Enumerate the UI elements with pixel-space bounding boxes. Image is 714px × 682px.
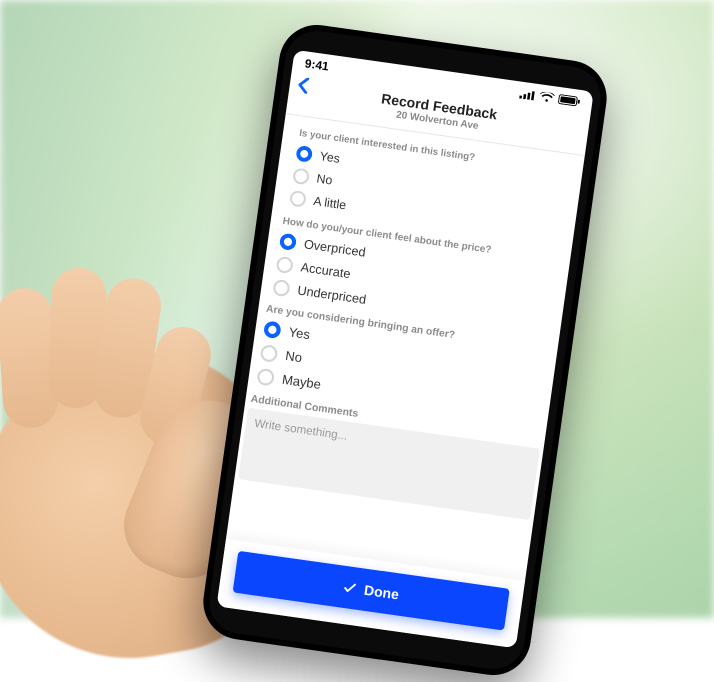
check-icon bbox=[343, 580, 358, 595]
signal-icon bbox=[519, 89, 536, 101]
form-content: Is your client interested in this listin… bbox=[235, 114, 585, 516]
option-label: Overpriced bbox=[303, 237, 366, 260]
option-label: No bbox=[316, 172, 334, 188]
radio-icon bbox=[256, 368, 275, 387]
option-label: Yes bbox=[319, 149, 341, 165]
radio-icon bbox=[276, 256, 294, 274]
status-time: 9:41 bbox=[304, 56, 330, 73]
status-icons bbox=[519, 89, 581, 107]
radio-icon bbox=[272, 279, 290, 297]
battery-icon bbox=[558, 94, 581, 107]
wifi-icon bbox=[539, 91, 555, 103]
option-label: A little bbox=[313, 194, 347, 212]
radio-selected-icon bbox=[263, 320, 282, 339]
chevron-left-icon bbox=[297, 77, 310, 94]
done-button-label: Done bbox=[363, 582, 400, 603]
radio-selected-icon bbox=[279, 233, 297, 251]
option-label: No bbox=[284, 349, 302, 366]
radio-icon bbox=[289, 190, 307, 208]
option-label: Yes bbox=[288, 325, 311, 342]
radio-selected-icon bbox=[295, 145, 313, 163]
option-label: Accurate bbox=[300, 260, 352, 281]
radio-icon bbox=[292, 167, 310, 185]
radio-icon bbox=[260, 344, 279, 363]
